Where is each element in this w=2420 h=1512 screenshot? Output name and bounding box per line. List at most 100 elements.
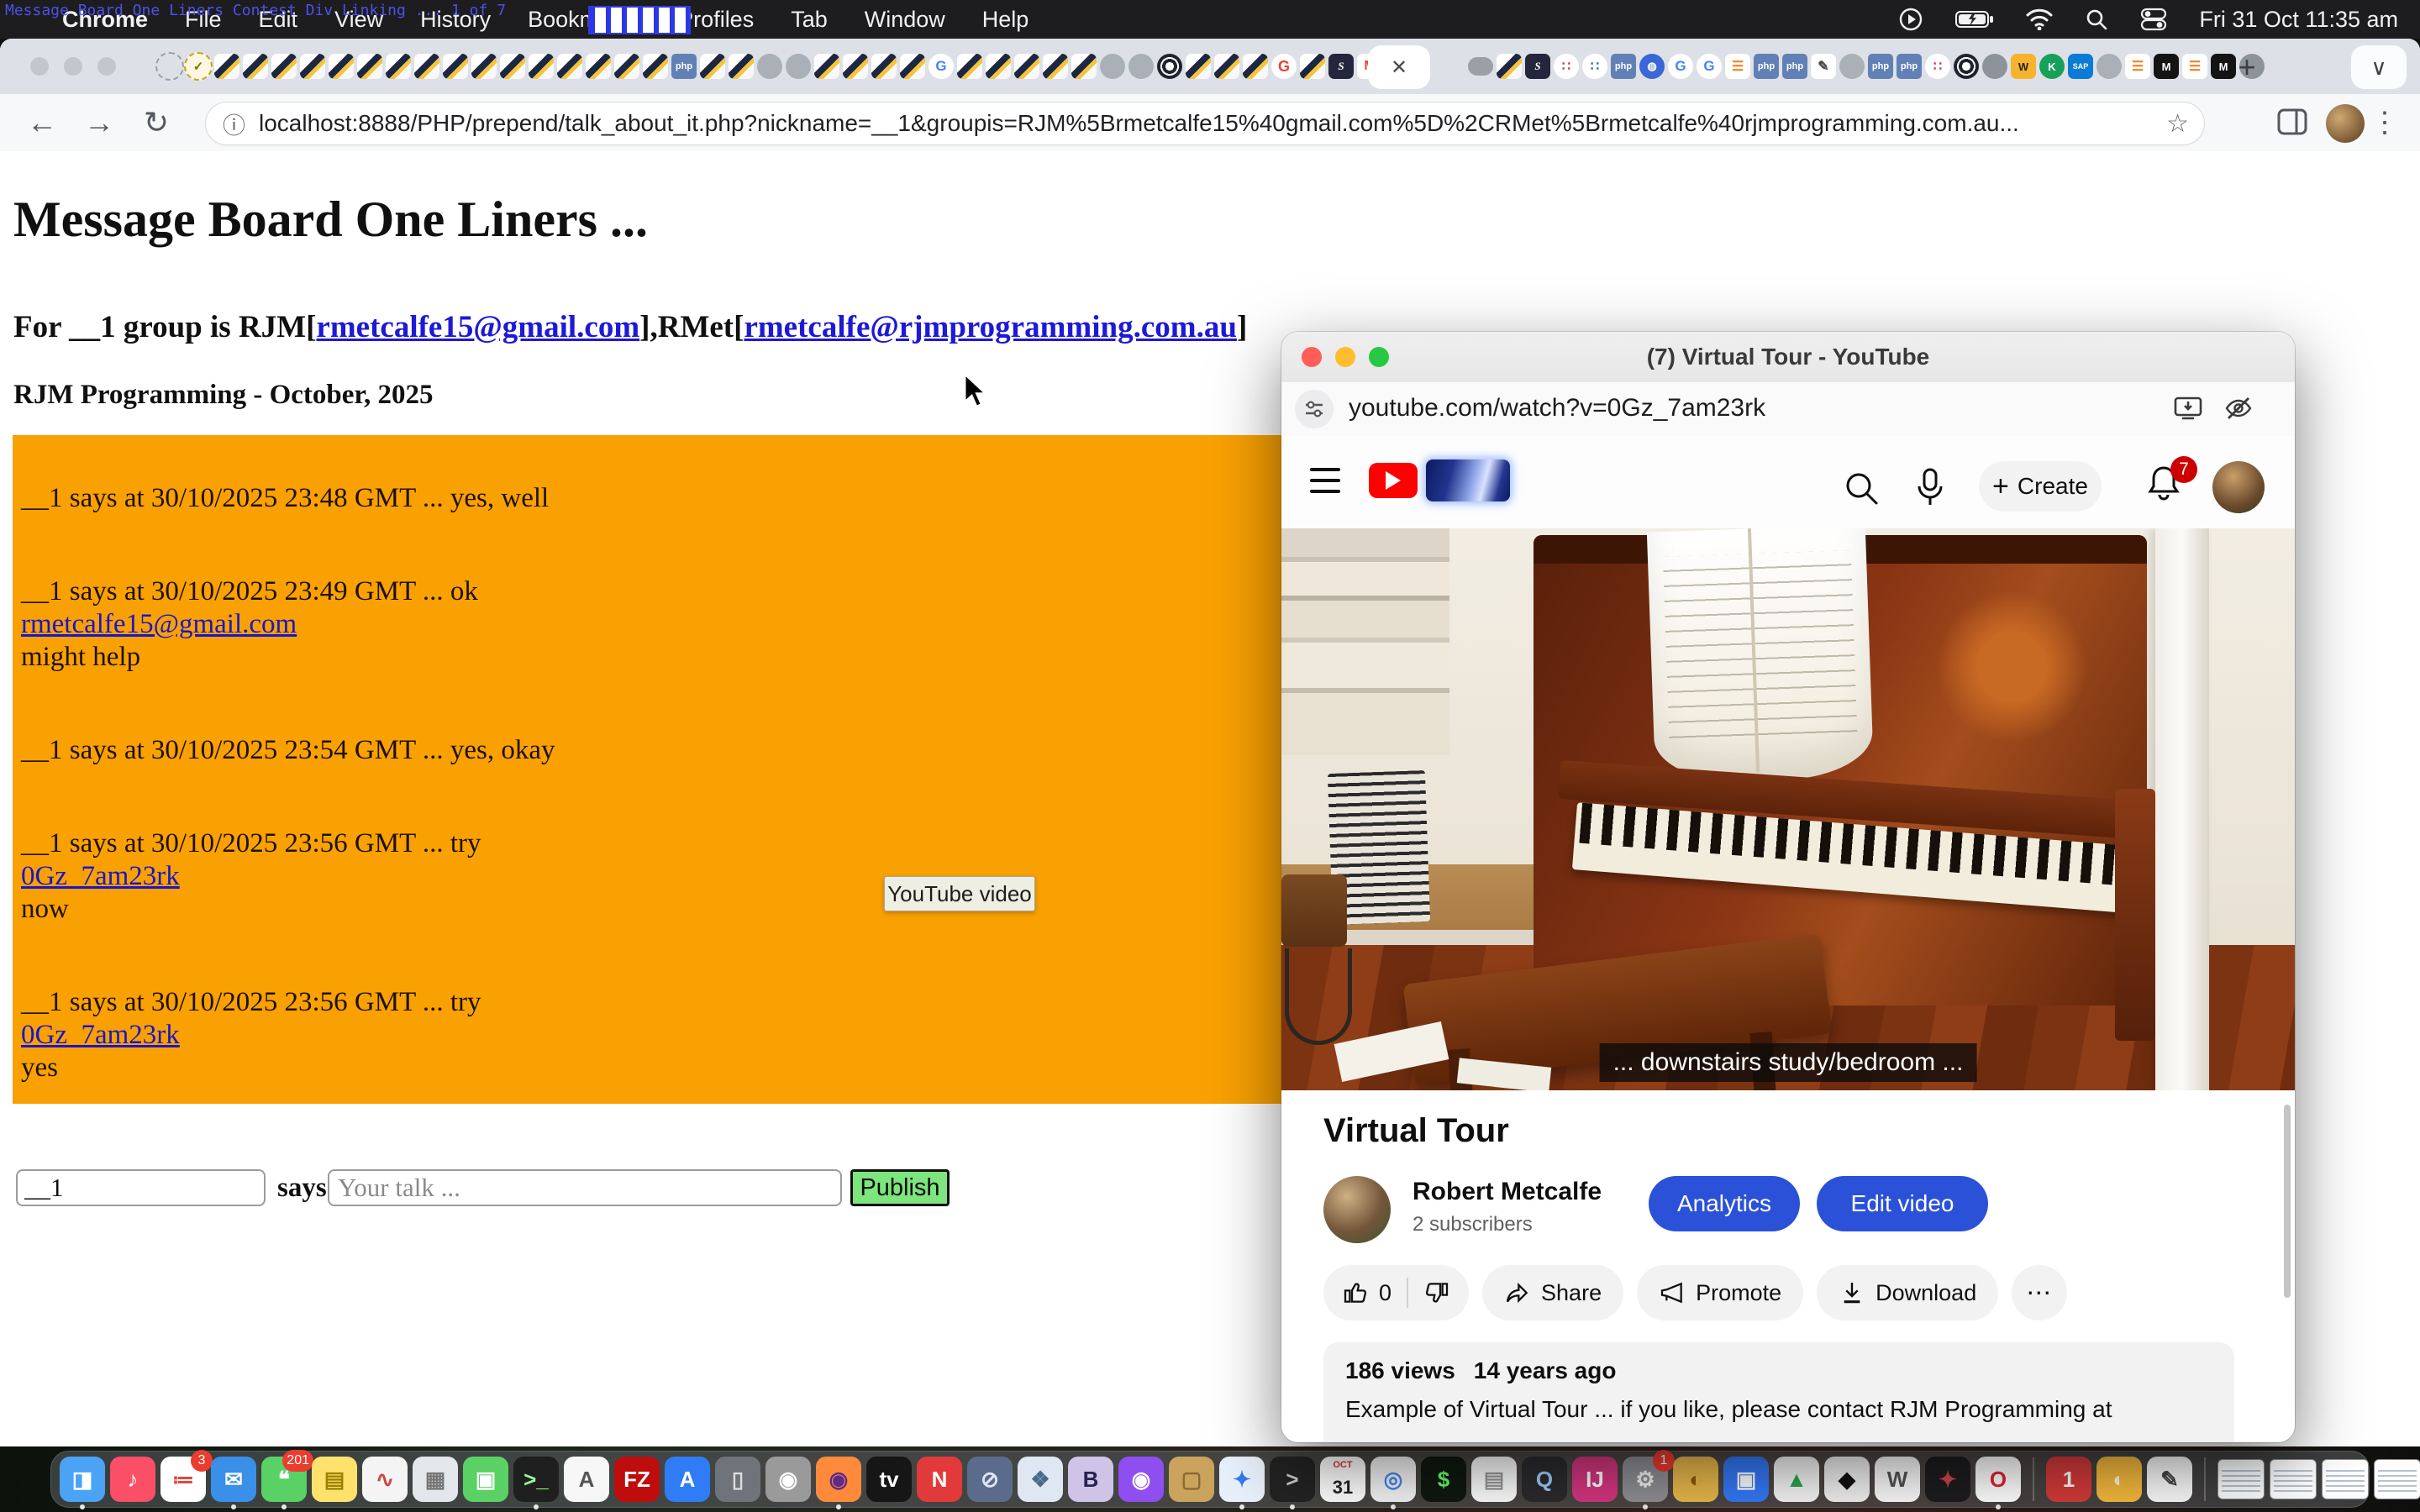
browser-tab-rjm[interactable] [841, 52, 870, 81]
browser-tab-target[interactable] [1155, 52, 1184, 81]
dock-music-icon[interactable]: ♪ [110, 1457, 155, 1502]
dock-apple-tv-icon[interactable]: tv [866, 1457, 912, 1502]
browser-tab-rjm[interactable] [470, 52, 498, 81]
control-center-icon[interactable] [2140, 8, 2167, 31]
dock-minimized-window-4[interactable] [2374, 1459, 2420, 1499]
browser-tab-gray[interactable] [1098, 52, 1127, 81]
browser-tab-rjm[interactable] [1041, 52, 1070, 81]
dock-facetime-icon[interactable]: ▣ [463, 1457, 508, 1502]
browser-tab-rjm[interactable] [698, 52, 727, 81]
dock-utilities-terminal-icon[interactable]: > [1270, 1457, 1315, 1502]
publish-button[interactable]: Publish [850, 1169, 950, 1206]
browser-tab-php[interactable]: php [1609, 52, 1638, 81]
browser-tab-rjm[interactable] [213, 52, 241, 81]
dock-intellij-idea-icon[interactable]: IJ [1572, 1457, 1618, 1502]
analytics-button[interactable]: Analytics [1649, 1176, 1800, 1231]
dock-notes-icon[interactable]: ▤ [312, 1457, 357, 1502]
browser-tab-rjm[interactable] [298, 52, 327, 81]
window-minimize-button[interactable] [64, 57, 82, 76]
browser-tab-dots[interactable]: ∷ [1923, 52, 1952, 81]
browser-tab-gray[interactable] [755, 52, 784, 81]
dock-terminal-green-icon[interactable]: $ [1421, 1457, 1466, 1502]
create-button[interactable]: + Create [1979, 461, 2102, 512]
dock-reminders-icon[interactable]: ≔3 [160, 1457, 206, 1502]
dock-notes-pen-icon[interactable]: ✎ [2147, 1457, 2192, 1502]
browser-tab-wordpress[interactable]: W [2009, 52, 2038, 81]
browser-tab-gray[interactable] [1838, 52, 1866, 81]
url-text[interactable]: localhost:8888/PHP/prepend/talk_about_it… [259, 110, 2166, 137]
browser-tab-gray[interactable] [784, 52, 813, 81]
site-info-icon[interactable]: ⓘ [223, 108, 245, 140]
browser-tab-check[interactable]: ✓ [184, 52, 213, 81]
dock-news-icon[interactable]: N [917, 1457, 962, 1502]
browser-tab-rjm[interactable] [527, 52, 555, 81]
reload-button[interactable]: ↻ [138, 104, 175, 141]
wifi-icon[interactable] [2026, 8, 2053, 30]
youtube-window-titlebar[interactable]: (7) Virtual Tour - YouTube [1281, 332, 2295, 383]
email-link-1[interactable]: rmetcalfe15@gmail.com [316, 310, 639, 344]
dock-minimized-window-2[interactable] [2270, 1459, 2317, 1499]
browser-tab-google[interactable]: G [1695, 52, 1723, 81]
browser-tab-php[interactable]: php [670, 52, 698, 81]
browser-tab-dots[interactable]: ∷ [1552, 52, 1581, 81]
dock-bbedit-icon[interactable]: B [1068, 1457, 1113, 1502]
browser-tab-rjm[interactable] [641, 52, 670, 81]
browser-tab-rjm[interactable] [898, 52, 927, 81]
dock-textedit-icon[interactable]: A [564, 1457, 609, 1502]
browser-tab-rjm[interactable] [813, 52, 841, 81]
more-actions-button[interactable]: ⋯ [2012, 1265, 2067, 1320]
browser-tab-rjm[interactable] [355, 52, 384, 81]
browser-tab-rjm[interactable] [1213, 52, 1241, 81]
window-zoom-button[interactable] [97, 57, 116, 76]
share-button[interactable]: Share [1482, 1265, 1623, 1320]
dock-minimized-window-3[interactable] [2322, 1459, 2369, 1499]
close-tab-icon[interactable]: ✕ [1391, 55, 1407, 80]
url-text[interactable]: youtube.com/watch?v=0Gz_7am23rk [1349, 394, 1765, 423]
battery-icon[interactable] [1955, 9, 1994, 29]
menu-tab[interactable]: Tab [791, 7, 828, 33]
browser-tab-php[interactable]: php [1781, 52, 1809, 81]
mic-icon[interactable] [1913, 468, 1947, 508]
browser-tab-rjm[interactable] [384, 52, 413, 81]
dock-google-drive-icon[interactable]: ▲ [1774, 1457, 1819, 1502]
tab-search-button[interactable]: ∨ [2351, 45, 2407, 89]
menu-bar-clock[interactable]: Fri 31 Oct 11:35 am [2199, 7, 2398, 33]
dock-lightbulb-app-icon[interactable]: ◐ [2096, 1457, 2142, 1502]
browser-tab-rjm[interactable] [1184, 52, 1213, 81]
talk-input[interactable] [328, 1169, 842, 1206]
youtube-halloween-wordmark[interactable] [1426, 459, 1510, 501]
dock-folder-icon[interactable]: ▢ [1169, 1457, 1214, 1502]
browser-tab-so[interactable]: ☰ [1723, 52, 1752, 81]
browser-tab-googleG[interactable]: G [1270, 52, 1298, 81]
dock-pixelmator-icon[interactable]: ◐ [1673, 1457, 1718, 1502]
browser-tab-mblack[interactable]: M [2152, 52, 2181, 81]
channel-avatar[interactable] [1323, 1176, 1391, 1243]
dock-zoom-icon[interactable]: ▣ [1723, 1457, 1769, 1502]
new-tab-button[interactable]: + [2228, 49, 2265, 86]
download-button[interactable]: Download [1817, 1265, 1998, 1320]
nickname-input[interactable] [16, 1169, 266, 1206]
browser-tab-rjm[interactable] [555, 52, 584, 81]
email-link-2[interactable]: rmetcalfe@rjmprogramming.com.au [744, 310, 1237, 344]
screen-mirroring-icon[interactable] [1898, 7, 1923, 32]
window-close-button[interactable] [30, 57, 49, 76]
scrollbar[interactable] [2284, 1105, 2291, 1298]
browser-tab-rjm[interactable] [1298, 52, 1327, 81]
hamburger-menu-icon[interactable] [1310, 468, 1340, 493]
site-settings-icon[interactable] [1295, 390, 1334, 428]
dock-safari-icon[interactable]: ✦ [1219, 1457, 1265, 1502]
profile-avatar[interactable] [2326, 104, 2365, 143]
browser-tab-php[interactable]: php [1895, 52, 1923, 81]
browser-tab-rjm[interactable] [727, 52, 755, 81]
search-icon[interactable] [1843, 470, 1880, 507]
youtube-logo-icon[interactable] [1369, 463, 1418, 498]
browser-tab-gray[interactable] [1127, 52, 1155, 81]
dock-launchpad-icon[interactable]: ▦ [413, 1457, 458, 1502]
browser-tab-rjm[interactable] [1013, 52, 1041, 81]
browser-menu-icon[interactable]: ⋮ [2368, 104, 2402, 141]
forward-button[interactable]: → [81, 104, 118, 141]
menu-help[interactable]: Help [982, 7, 1029, 33]
browser-tab-dots2[interactable]: ∷ [1581, 52, 1609, 81]
dock-filezilla-icon[interactable]: FZ [614, 1457, 660, 1502]
dock-system-settings-icon[interactable]: ⚙1 [1623, 1457, 1668, 1502]
